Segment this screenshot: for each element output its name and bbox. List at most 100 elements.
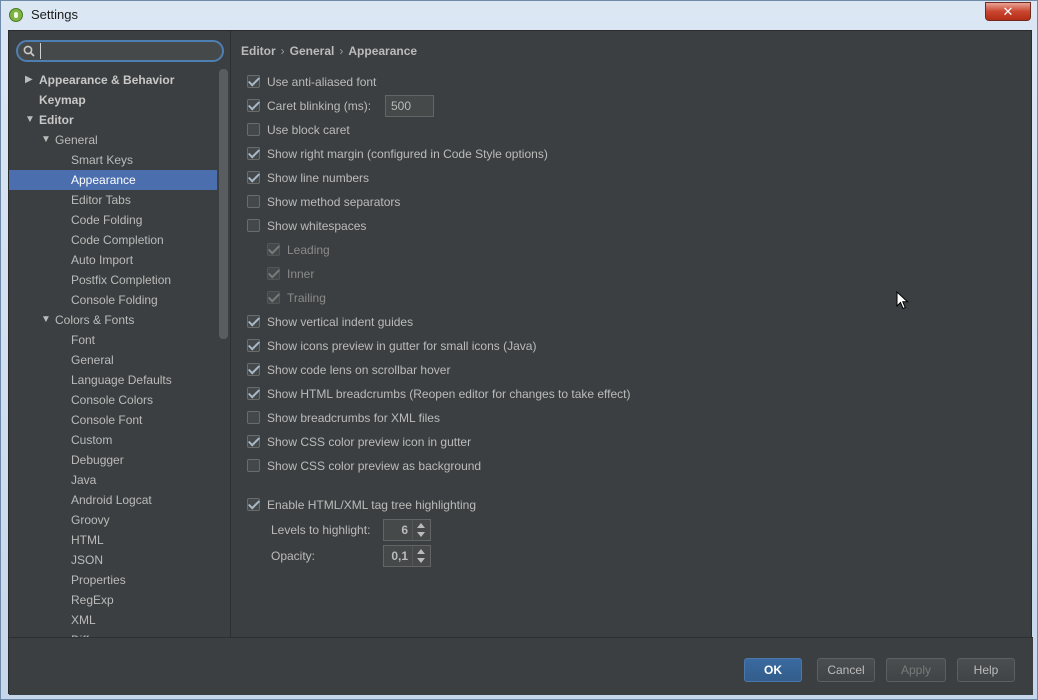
tree-item[interactable]: Appearance [9, 170, 217, 190]
close-button[interactable]: ✕ [985, 2, 1031, 21]
tree-item[interactable]: Console Colors [9, 390, 217, 410]
option-row[interactable]: Show HTML breadcrumbs (Reopen editor for… [247, 386, 631, 404]
collapsed-arrow-icon[interactable]: ▶ [25, 70, 35, 90]
option-row[interactable]: Show code lens on scrollbar hover [247, 362, 450, 380]
tree-item[interactable]: XML [9, 610, 217, 630]
tree-item[interactable]: JSON [9, 550, 217, 570]
spinner-up-icon[interactable] [417, 549, 425, 554]
tree-item[interactable]: Debugger [9, 450, 217, 470]
tree-item-label: Groovy [71, 513, 110, 527]
tree-item[interactable]: Smart Keys [9, 150, 217, 170]
tree-item[interactable]: Font [9, 330, 217, 350]
cancel-button[interactable]: Cancel [817, 658, 875, 682]
dialog-footer: OK Cancel Apply Help [9, 637, 1033, 695]
checkbox[interactable] [247, 339, 260, 352]
checkbox[interactable] [247, 99, 260, 112]
tree-item[interactable]: Language Defaults [9, 370, 217, 390]
option-row[interactable]: Show right margin (configured in Code St… [247, 146, 548, 164]
checkbox[interactable] [247, 195, 260, 208]
tree-item-label: Console Font [71, 413, 143, 427]
tree-item[interactable]: Keymap [9, 90, 217, 110]
option-row[interactable]: Show method separators [247, 194, 400, 212]
expanded-arrow-icon[interactable]: ▼ [25, 110, 35, 130]
option-row[interactable]: Show CSS color preview icon in gutter [247, 434, 471, 452]
breadcrumb-item[interactable]: General [290, 44, 335, 58]
expanded-arrow-icon[interactable]: ▼ [41, 310, 51, 330]
tree-item[interactable]: General [9, 350, 217, 370]
breadcrumb-item[interactable]: Appearance [348, 44, 417, 58]
checkbox[interactable] [247, 498, 260, 511]
option-row[interactable]: Show vertical indent guides [247, 314, 413, 332]
checkbox[interactable] [247, 363, 260, 376]
ok-button[interactable]: OK [744, 658, 802, 682]
opacity-spinner[interactable]: 0,1 [383, 545, 431, 567]
search-input[interactable] [40, 43, 220, 59]
tree-item[interactable]: HTML [9, 530, 217, 550]
option-row[interactable]: Show icons preview in gutter for small i… [247, 338, 536, 356]
tree-item[interactable]: Console Folding [9, 290, 217, 310]
checkbox[interactable] [247, 123, 260, 136]
checkbox[interactable] [247, 435, 260, 448]
tree-item[interactable]: ▼ Editor [9, 110, 217, 130]
levels-spinner[interactable]: 6 [383, 519, 431, 541]
option-tag-tree-highlighting[interactable]: Enable HTML/XML tag tree highlighting [247, 497, 476, 515]
spinner-buttons[interactable] [412, 546, 430, 566]
search-box[interactable] [16, 40, 224, 62]
breadcrumb-item[interactable]: Editor [241, 44, 276, 58]
option-row[interactable]: Show CSS color preview as background [247, 458, 481, 476]
tree-item[interactable]: Editor Tabs [9, 190, 217, 210]
tree-item[interactable]: Postfix Completion [9, 270, 217, 290]
checkbox[interactable] [267, 291, 280, 304]
option-row[interactable]: Caret blinking (ms): [247, 98, 371, 116]
spinner-buttons[interactable] [412, 520, 430, 540]
option-row[interactable]: Use anti-aliased font [247, 74, 376, 92]
tree-item[interactable]: ▶ Appearance & Behavior [9, 70, 217, 90]
caret-blink-input[interactable]: 500 [385, 95, 434, 117]
tree-item-label: Appearance [71, 173, 136, 187]
tree-item-label: Font [71, 333, 96, 347]
tree-item-label: XML [71, 613, 96, 627]
tree-item[interactable]: Java [9, 470, 217, 490]
tree-item[interactable]: RegExp [9, 590, 217, 610]
option-row[interactable]: Show whitespaces [247, 218, 366, 236]
spinner-up-icon[interactable] [417, 523, 425, 528]
tree-item[interactable]: Custom [9, 430, 217, 450]
option-row[interactable]: Leading [267, 242, 330, 260]
expanded-arrow-icon[interactable]: ▼ [41, 130, 51, 150]
checkbox[interactable] [247, 411, 260, 424]
tree-item[interactable]: Console Font [9, 410, 217, 430]
option-row[interactable]: Use block caret [247, 122, 350, 140]
checkbox[interactable] [267, 243, 280, 256]
tree-item[interactable]: ▼ General [9, 130, 217, 150]
sidebar-scrollbar[interactable] [219, 69, 228, 339]
checkbox[interactable] [247, 219, 260, 232]
tree-item[interactable]: Diff [9, 630, 217, 637]
tree-item[interactable]: Properties [9, 570, 217, 590]
tree-item-label: Appearance & Behavior [39, 73, 175, 87]
tree-item[interactable]: Code Completion [9, 230, 217, 250]
tree-item[interactable]: ▼ Colors & Fonts [9, 310, 217, 330]
tree-item[interactable]: Code Folding [9, 210, 217, 230]
checkbox[interactable] [247, 387, 260, 400]
apply-button[interactable]: Apply [886, 658, 946, 682]
spinner-down-icon[interactable] [417, 558, 425, 563]
checkbox[interactable] [247, 75, 260, 88]
option-row[interactable]: Show breadcrumbs for XML files [247, 410, 440, 428]
option-row[interactable]: Inner [267, 266, 314, 284]
option-row[interactable]: Trailing [267, 290, 326, 308]
checkbox[interactable] [247, 147, 260, 160]
tree-item-label: HTML [71, 533, 104, 547]
checkbox[interactable] [247, 171, 260, 184]
tree-item[interactable]: Android Logcat [9, 490, 217, 510]
tree-item-label: Editor [39, 113, 74, 127]
tree-item[interactable]: Groovy [9, 510, 217, 530]
tree-item[interactable]: Auto Import [9, 250, 217, 270]
tree-item-label: Editor Tabs [71, 193, 131, 207]
tree-item-label: General [71, 353, 114, 367]
checkbox[interactable] [247, 459, 260, 472]
help-button[interactable]: Help [957, 658, 1015, 682]
spinner-down-icon[interactable] [417, 532, 425, 537]
option-row[interactable]: Show line numbers [247, 170, 369, 188]
checkbox[interactable] [247, 315, 260, 328]
checkbox[interactable] [267, 267, 280, 280]
